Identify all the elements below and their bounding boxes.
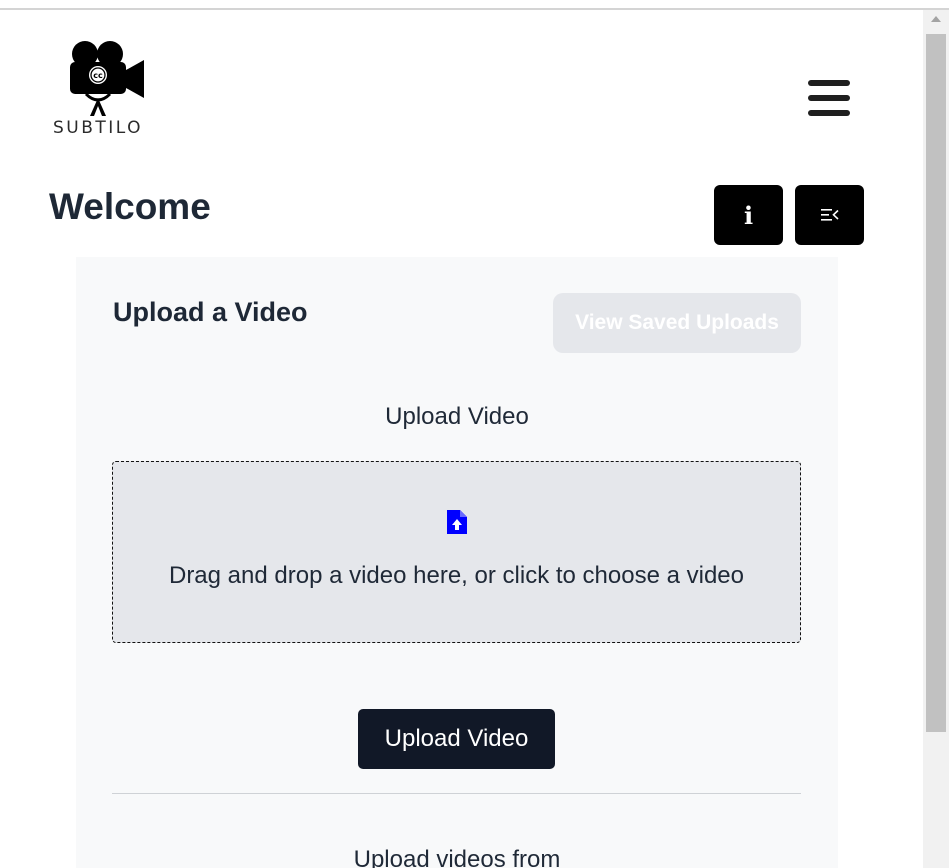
view-saved-uploads-button[interactable]: View Saved Uploads [553, 293, 801, 353]
movie-camera-cc-icon: cc [70, 41, 144, 116]
page-title: Welcome [49, 186, 211, 227]
upload-card-title: Upload a Video [113, 297, 308, 327]
hamburger-menu-icon[interactable] [808, 80, 850, 116]
page-scrollbar[interactable] [923, 10, 949, 868]
upload-card: Upload a Video View Saved Uploads Upload… [76, 257, 838, 868]
brand-name: SUBTILO [53, 118, 144, 138]
section-divider [112, 793, 801, 794]
scroll-up-arrow-icon[interactable] [931, 16, 941, 22]
info-button[interactable]: i [714, 185, 783, 245]
playlist-collapse-icon [820, 209, 839, 221]
info-icon: i [743, 200, 754, 230]
svg-text:cc: cc [93, 71, 103, 80]
video-dropzone[interactable]: Drag and drop a video here, or click to … [112, 461, 801, 643]
upload-video-button[interactable]: Upload Video [358, 709, 555, 769]
upload-video-label: Upload Video [385, 403, 529, 430]
upload-from-label: Upload videos from [353, 846, 561, 868]
file-upload-icon [447, 510, 467, 534]
scrollbar-thumb[interactable] [926, 34, 946, 732]
window-top-border [0, 8, 949, 10]
queue-toggle-button[interactable] [795, 185, 864, 245]
dropzone-instructions: Drag and drop a video here, or click to … [168, 562, 744, 589]
subtilo-logo[interactable]: cc SUBTILO [50, 38, 154, 138]
